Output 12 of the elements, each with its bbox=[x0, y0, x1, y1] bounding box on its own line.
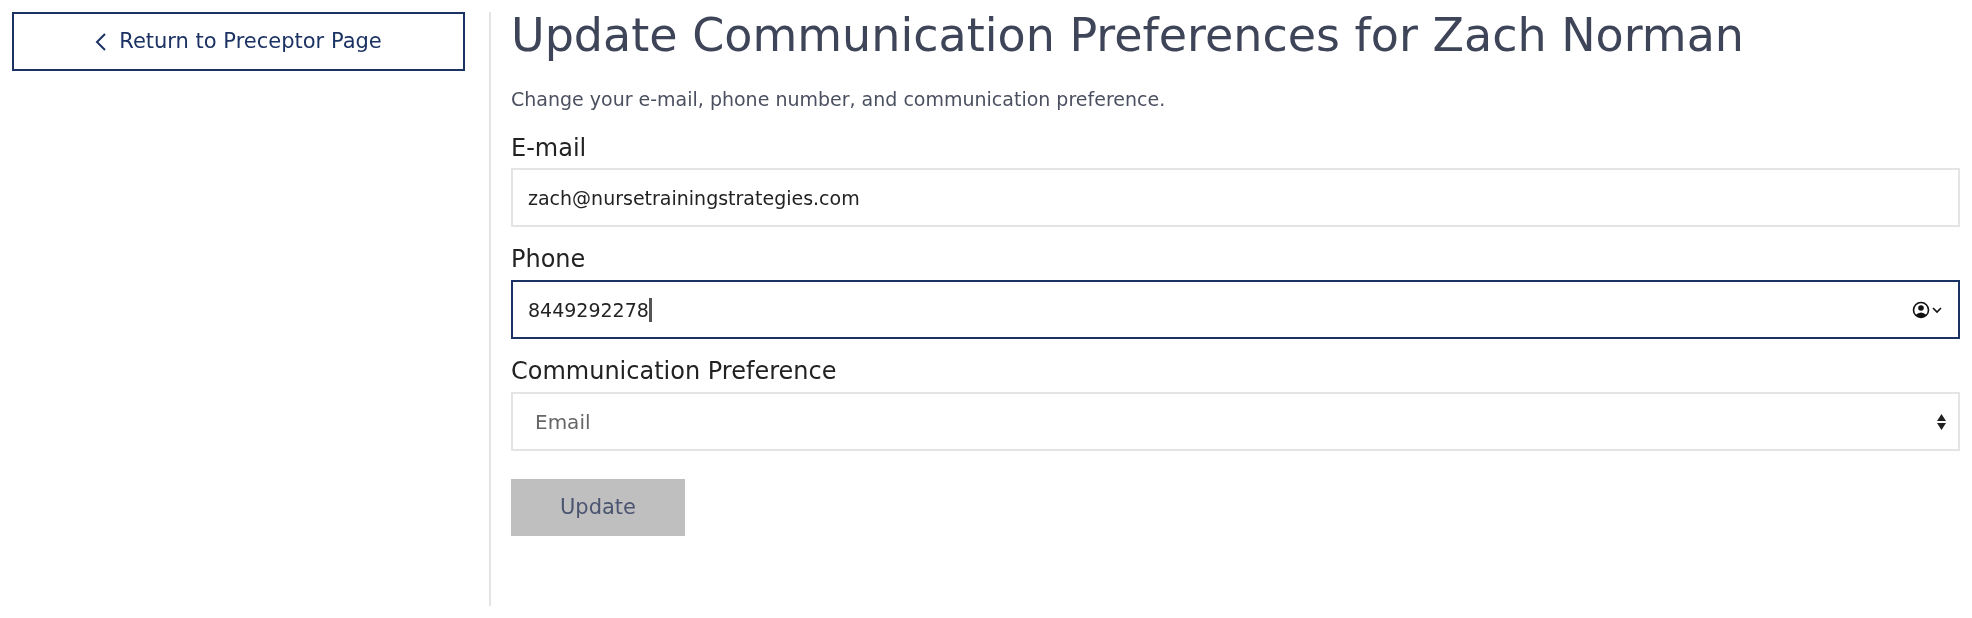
page-title: Update Communication Preferences for Zach Norman bbox=[511, 8, 1745, 64]
select-field[interactable]: Email bbox=[511, 392, 1960, 452]
field-label: E-mail bbox=[511, 133, 588, 163]
email-field[interactable]: zach@nursetrainingstrategies.com bbox=[511, 168, 1960, 228]
sort-arrows-icon bbox=[1937, 412, 1946, 431]
phone-field[interactable]: 8449292278 bbox=[511, 280, 1960, 340]
contact-autofill-icon bbox=[1912, 300, 1942, 319]
chevron-left-icon bbox=[95, 31, 108, 52]
back-button[interactable]: Return to Preceptor Page bbox=[12, 12, 465, 71]
description-text: Change your e-mail, phone number, and communication preference. bbox=[511, 87, 1167, 113]
field-label: Phone bbox=[511, 245, 587, 275]
field-label: Communication Preference bbox=[511, 357, 838, 387]
